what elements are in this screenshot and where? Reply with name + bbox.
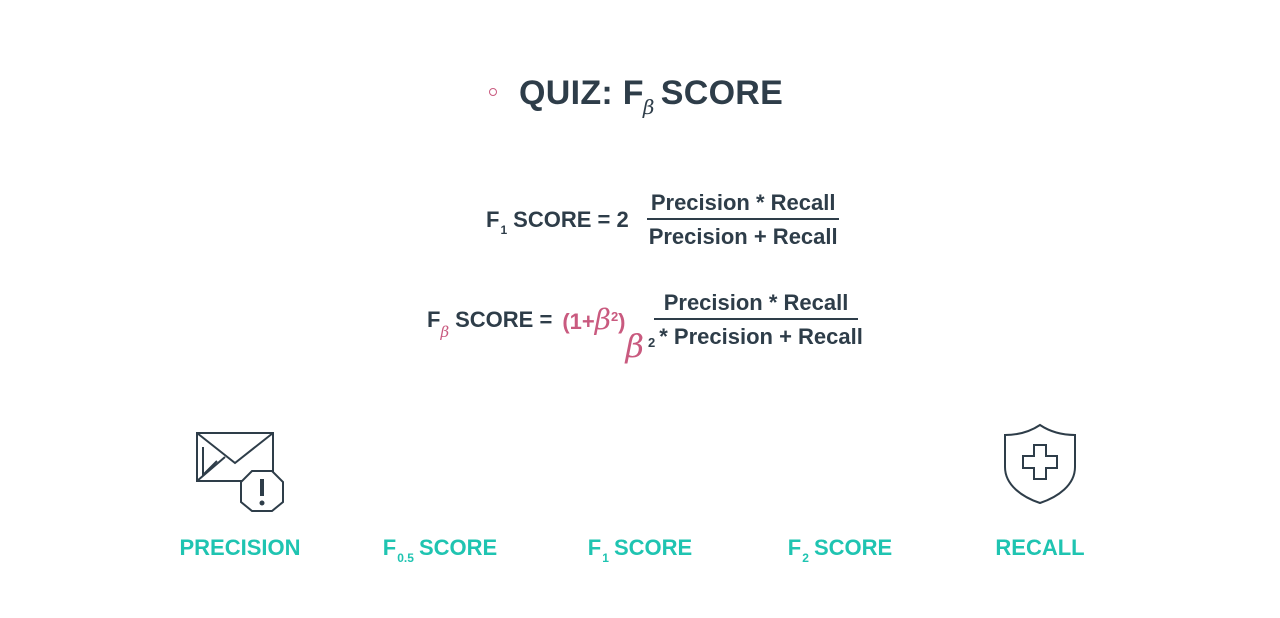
shield-plus-icon: [1002, 423, 1078, 505]
title-beta-subscript: β: [642, 95, 655, 119]
fbeta-coefficient: (1+β2): [562, 303, 626, 336]
label-f05-score: F0.5 SCORE: [382, 535, 498, 565]
label-precision: PRECISION: [179, 535, 301, 560]
f1-numerator: Precision * Recall: [646, 188, 840, 220]
fbeta-formula: Fβ SCORE = (1+β2) β2 Precision * Recall *…: [427, 288, 867, 365]
mail-warning-icon: [195, 431, 287, 513]
f1-lhs: F1 SCORE = 2: [486, 206, 629, 237]
label-f1-score: F1 SCORE: [587, 535, 693, 565]
fbeta-fraction-group: β2 Precision * Recall * Precision + Reca…: [626, 288, 867, 365]
slide-title: QUIZ: Fβ SCORE: [486, 74, 784, 119]
label-f2-score: F2 SCORE: [787, 535, 893, 565]
bullet-icon: [489, 88, 497, 96]
score-labels: PRECISION F0.5 SCORE F1 SCORE F2 SCORE RECA…: [0, 535, 1280, 569]
fbeta-numerator: Precision * Recall: [653, 288, 859, 320]
fbeta-fraction: Precision * Recall * Precision + Recall: [653, 288, 867, 351]
f1-formula: F1 SCORE = 2 Precision * Recall Precision…: [486, 188, 842, 251]
f1-fraction: Precision * Recall Precision + Recall: [645, 188, 842, 251]
fbeta-denominator: * Precision + Recall: [659, 324, 863, 349]
fbeta-den-beta: β2: [625, 327, 656, 365]
fbeta-lhs: Fβ SCORE =: [427, 306, 553, 341]
label-recall: RECALL: [995, 535, 1085, 560]
f1-denominator: Precision + Recall: [648, 224, 838, 249]
title-text: QUIZ: Fβ SCORE: [519, 74, 784, 119]
